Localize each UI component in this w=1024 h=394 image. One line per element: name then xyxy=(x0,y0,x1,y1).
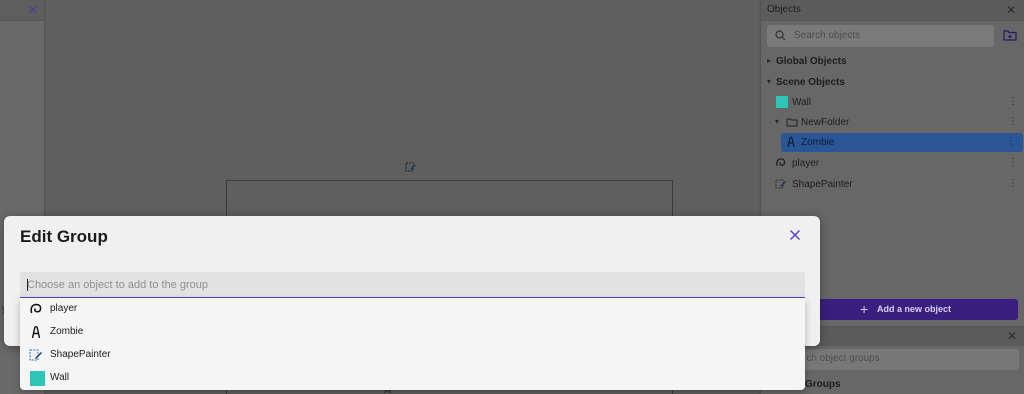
option-label: Wall xyxy=(50,372,70,383)
object-search-input[interactable] xyxy=(20,272,805,297)
object-autocomplete-field[interactable] xyxy=(20,272,805,298)
objects-search-input[interactable]: Search objects xyxy=(767,25,994,47)
folder-icon xyxy=(786,118,798,127)
global-objects-section[interactable]: ▸ Global Objects xyxy=(761,52,1024,71)
objects-panel-header: Objects ✕ xyxy=(761,0,1024,21)
player-icon xyxy=(776,158,786,167)
option-zombie[interactable]: Zombie xyxy=(20,321,805,344)
objects-panel-title: Objects xyxy=(767,4,801,15)
zombie-icon xyxy=(787,136,795,148)
option-shapepainter[interactable]: ShapePainter xyxy=(20,344,805,367)
global-objects-label: Global Objects xyxy=(776,56,847,67)
object-options-listbox: player Zombie ShapePainter Wall xyxy=(20,298,805,390)
shape-painter-icon xyxy=(405,162,416,172)
chevron-down-icon: ▾ xyxy=(767,77,772,86)
option-wall[interactable]: Wall xyxy=(20,367,805,390)
more-options-icon[interactable]: ⋮ xyxy=(1008,116,1018,127)
teal-square-icon xyxy=(30,371,45,386)
plus-icon: + xyxy=(860,301,869,317)
object-item-wall[interactable]: Wall ⋮ xyxy=(761,93,1024,112)
shape-painter-icon xyxy=(775,179,786,189)
zombie-icon xyxy=(31,325,41,339)
search-icon xyxy=(775,30,786,41)
object-item-newfolder[interactable]: ▾ NewFolder ⋮ xyxy=(761,113,1024,132)
chevron-right-icon: ▸ xyxy=(767,56,772,65)
scene-objects-label: Scene Objects xyxy=(776,77,845,88)
text-caret xyxy=(27,279,28,291)
object-item-label: Wall xyxy=(792,97,812,108)
object-item-label: NewFolder xyxy=(801,117,850,128)
object-item-label: player xyxy=(792,158,820,169)
add-new-object-label: Add a new object xyxy=(877,304,952,314)
teal-square-icon xyxy=(776,96,788,108)
objects-panel-close-icon[interactable]: ✕ xyxy=(1006,3,1016,17)
objects-search-placeholder: Search objects xyxy=(794,30,861,41)
more-options-icon[interactable]: ⋮ xyxy=(1008,178,1018,189)
player-icon xyxy=(30,303,42,314)
object-item-zombie[interactable]: Zombie ⋮ xyxy=(781,133,1023,152)
groups-section-label: Groups xyxy=(805,379,841,390)
scene-objects-section[interactable]: ▾ Scene Objects xyxy=(761,73,1024,92)
option-label: Zombie xyxy=(50,326,84,337)
object-item-label: ShapePainter xyxy=(792,179,853,190)
option-label: player xyxy=(50,303,78,314)
object-groups-search-placeholder: rch object groups xyxy=(803,353,880,364)
option-player[interactable]: player xyxy=(20,298,805,321)
more-options-icon[interactable]: ⋮ xyxy=(1008,96,1018,107)
object-item-player[interactable]: player ⋮ xyxy=(761,154,1024,173)
chevron-down-icon: ▾ xyxy=(775,117,780,126)
shape-painter-icon xyxy=(29,349,42,361)
object-item-shapepainter[interactable]: ShapePainter ⋮ xyxy=(761,175,1024,194)
object-groups-close-icon[interactable]: ✕ xyxy=(1007,329,1017,343)
dialog-title: Edit Group xyxy=(20,227,108,246)
more-options-icon[interactable]: ⋮ xyxy=(1008,157,1018,168)
left-panel-close-icon[interactable]: ✕ xyxy=(28,3,38,17)
more-options-icon[interactable]: ⋮ xyxy=(1006,136,1016,147)
close-icon[interactable] xyxy=(789,229,801,241)
add-folder-icon[interactable] xyxy=(1003,28,1017,42)
left-panel-header: ✕ xyxy=(0,0,44,21)
option-label: ShapePainter xyxy=(50,349,111,360)
object-item-label: Zombie xyxy=(801,137,835,148)
